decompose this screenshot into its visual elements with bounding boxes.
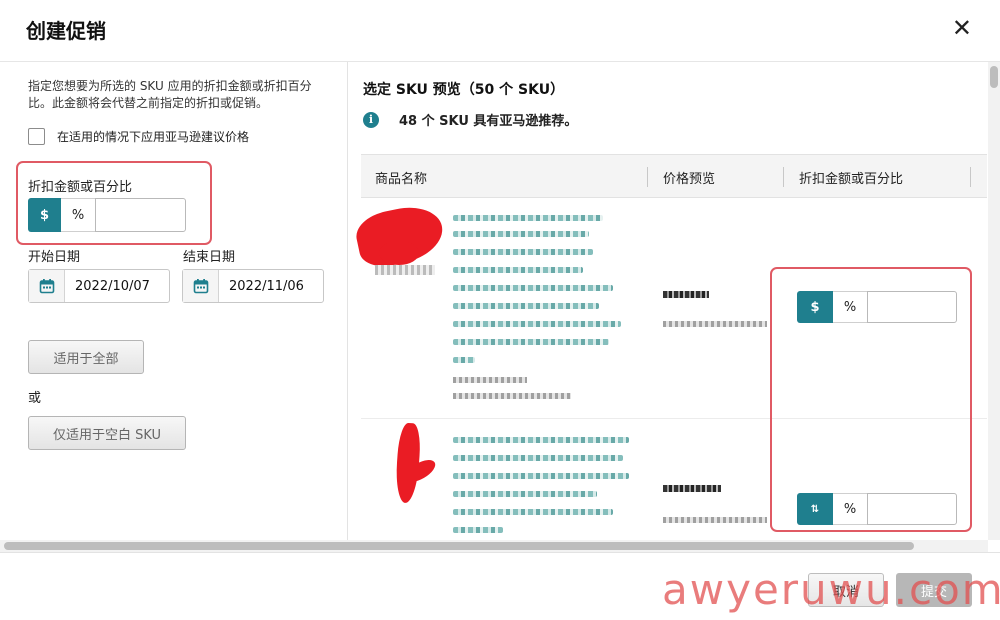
- price-blur: [663, 291, 709, 298]
- watermark-text: awyeruwu.com: [662, 565, 1000, 614]
- recommendation-notice: i 48 个 SKU 具有亚马逊推荐。: [363, 110, 577, 129]
- product-title-blur: [453, 321, 621, 327]
- vertical-scroll-thumb[interactable]: [990, 66, 998, 88]
- sku-preview-panel: 选定 SKU 预览（50 个 SKU） i 48 个 SKU 具有亚马逊推荐。 …: [349, 62, 987, 540]
- column-discount: 折扣金额或百分比: [799, 172, 904, 187]
- column-product-name: 商品名称: [375, 172, 428, 187]
- product-title-blur: [453, 455, 623, 461]
- product-title-blur: [453, 285, 613, 291]
- vertical-scrollbar[interactable]: [988, 62, 1000, 540]
- start-date-value: 2022/10/07: [75, 278, 150, 294]
- dollar-toggle[interactable]: $: [28, 198, 61, 232]
- product-title-blur: [453, 249, 593, 255]
- discount-description: 指定您想要为所选的 SKU 应用的折扣金额或折扣百分比。此金额将会代替之前指定的…: [28, 79, 312, 110]
- product-title-blur: [453, 215, 603, 221]
- preview-title: 选定 SKU 预览（50 个 SKU）: [363, 82, 565, 98]
- column-price-preview: 价格预览: [663, 172, 716, 187]
- product-meta-blur: [453, 377, 527, 383]
- price-note-blur: [663, 321, 767, 327]
- product-title-blur: [453, 509, 613, 515]
- product-title-blur: [453, 231, 589, 237]
- end-date-field[interactable]: 2022/11/06: [182, 269, 324, 303]
- product-title-blur: [453, 491, 597, 497]
- product-title-blur: [453, 527, 503, 533]
- info-icon: i: [363, 111, 379, 128]
- price-blur: [663, 485, 721, 492]
- percent-toggle[interactable]: %: [61, 198, 95, 232]
- column-divider: [970, 167, 971, 187]
- end-date-label: 结束日期: [183, 250, 236, 265]
- start-date-label: 开始日期: [28, 250, 81, 265]
- product-thumbnail: [375, 265, 435, 275]
- apply-blank-sku-button[interactable]: 仅适用于空白 SKU: [28, 416, 186, 450]
- or-separator: 或: [28, 391, 42, 406]
- redaction-mark: [379, 241, 419, 265]
- dialog-title: 创建促销: [26, 19, 106, 43]
- close-icon[interactable]: ✕: [952, 14, 972, 42]
- product-title-blur: [453, 339, 609, 345]
- horizontal-scrollbar[interactable]: [0, 540, 988, 552]
- dialog-header: 创建促销 ✕: [0, 0, 1000, 62]
- discount-input[interactable]: [95, 198, 186, 232]
- price-note-blur: [663, 517, 767, 523]
- table-header: 商品名称 价格预览 折扣金额或百分比: [361, 154, 987, 198]
- column-divider: [647, 167, 648, 187]
- suggested-price-row[interactable]: 在适用的情况下应用亚马逊建议价格: [28, 128, 249, 145]
- recommendation-text: 48 个 SKU 具有亚马逊推荐。: [399, 114, 578, 129]
- product-title-blur: [453, 437, 629, 443]
- dialog-footer: 取消 提交 awyeruwu.com: [0, 552, 1000, 620]
- product-title-blur: [453, 473, 629, 479]
- apply-all-button[interactable]: 适用于全部: [28, 340, 144, 374]
- product-title-blur: [453, 357, 475, 363]
- start-date-field[interactable]: 2022/10/07: [28, 269, 170, 303]
- suggested-price-checkbox[interactable]: [28, 128, 45, 145]
- end-date-value: 2022/11/06: [229, 278, 304, 294]
- discount-type-selector: $ %: [28, 198, 186, 232]
- product-title-blur: [453, 267, 583, 273]
- discount-label: 折扣金额或百分比: [28, 180, 133, 195]
- settings-panel: 指定您想要为所选的 SKU 应用的折扣金额或折扣百分比。此金额将会代替之前指定的…: [0, 62, 348, 540]
- product-meta-blur: [453, 393, 571, 399]
- calendar-icon[interactable]: [29, 270, 65, 302]
- calendar-icon[interactable]: [183, 270, 219, 302]
- column-divider: [783, 167, 784, 187]
- product-title-blur: [453, 303, 599, 309]
- horizontal-scroll-thumb[interactable]: [4, 542, 914, 550]
- suggested-price-label: 在适用的情况下应用亚马逊建议价格: [57, 130, 250, 144]
- highlight-box-row-discount: [770, 267, 972, 532]
